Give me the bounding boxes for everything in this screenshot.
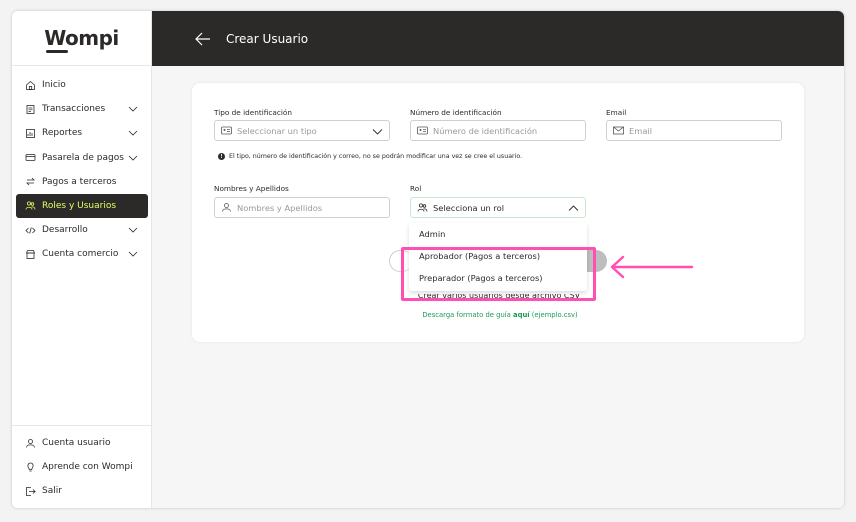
- numero-label: Número de identificación: [410, 108, 502, 117]
- tipo-placeholder: Seleccionar un tipo: [237, 125, 317, 136]
- sidebar-item-label: Desarrollo: [42, 225, 88, 236]
- chevron-down-icon[interactable]: [128, 128, 138, 138]
- user-icon: [221, 202, 232, 213]
- sidebar-item-desarrollo[interactable]: Desarrollo: [16, 218, 148, 242]
- sidebar-item-label: Roles y Usuarios: [42, 200, 117, 211]
- mail-icon: [613, 125, 624, 136]
- sidebar-item-transacciones[interactable]: Transacciones: [16, 97, 148, 121]
- email-label: Email: [606, 108, 627, 117]
- sidebar-item-salir[interactable]: Salir: [16, 479, 152, 503]
- sidebar: Wompi Inicio Transacciones Reportes Pasa…: [12, 11, 152, 508]
- rol-label: Rol: [410, 184, 422, 193]
- sidebar-item-inicio[interactable]: Inicio: [16, 73, 148, 97]
- form-card: Tipo de identificación Seleccionar un ti…: [192, 83, 804, 342]
- rol-select[interactable]: Selecciona un rol: [410, 197, 586, 218]
- chevron-up-icon: [568, 205, 579, 211]
- nombres-placeholder: Nombres y Apellidos: [237, 202, 323, 213]
- id-card-icon: [221, 125, 232, 136]
- chevron-down-icon[interactable]: [128, 225, 138, 235]
- users-icon: [417, 202, 428, 213]
- numero-placeholder: Número de identificación: [433, 125, 538, 136]
- info-icon: !: [218, 153, 225, 160]
- tipo-select[interactable]: Seleccionar un tipo: [214, 120, 390, 141]
- sidebar-item-label: Salir: [42, 486, 62, 496]
- store-icon: [25, 249, 36, 260]
- sidebar-item-label: Transacciones: [42, 104, 106, 115]
- user-icon: [25, 438, 36, 449]
- page-title: Crear Usuario: [226, 31, 309, 46]
- info-note-text: El tipo, número de identificación y corr…: [229, 153, 523, 160]
- sidebar-item-label: Pagos a terceros: [42, 176, 117, 187]
- sidebar-item-label: Cuenta comercio: [42, 249, 119, 260]
- nombres-label: Nombres y Apellidos: [214, 184, 289, 193]
- logo-underline: [46, 50, 69, 53]
- sidebar-item-cuenta-comercio[interactable]: Cuenta comercio: [16, 242, 148, 266]
- sidebar-item-cuenta-usuario[interactable]: Cuenta usuario: [16, 431, 152, 455]
- logout-icon: [25, 486, 36, 497]
- sidebar-bottom-nav: Cuenta usuario Aprende con Wompi Salir: [12, 425, 152, 508]
- id-card-icon: [417, 125, 428, 136]
- csv-download-text: Descarga formato de guía aquí (ejemplo.c…: [410, 311, 590, 319]
- wompi-logo[interactable]: Wompi: [44, 26, 119, 53]
- annotation-arrow-icon: [610, 255, 694, 279]
- sidebar-item-label: Inicio: [42, 80, 66, 90]
- back-arrow-icon[interactable]: [194, 30, 212, 48]
- sidebar-item-reportes[interactable]: Reportes: [16, 121, 148, 145]
- rol-option-admin[interactable]: Admin: [409, 223, 587, 245]
- email-input[interactable]: Email: [606, 120, 782, 141]
- sidebar-item-roles-usuarios[interactable]: Roles y Usuarios: [16, 193, 148, 218]
- rol-value: Selecciona un rol: [433, 202, 505, 213]
- chevron-down-icon[interactable]: [128, 249, 138, 259]
- report-icon: [25, 128, 36, 139]
- sidebar-item-pagos-terceros[interactable]: Pagos a terceros: [16, 170, 148, 194]
- chevron-down-icon: [372, 129, 383, 135]
- chevron-down-icon[interactable]: [128, 153, 138, 163]
- logo-text: Wompi: [44, 26, 119, 50]
- users-icon: [25, 200, 36, 211]
- code-icon: [25, 225, 36, 236]
- numero-input[interactable]: Número de identificación: [410, 120, 586, 141]
- top-bar: Crear Usuario: [152, 11, 844, 66]
- sidebar-item-aprende[interactable]: Aprende con Wompi: [16, 455, 152, 479]
- csv-download-prefix: Descarga formato de guía: [422, 311, 513, 319]
- nombres-input[interactable]: Nombres y Apellidos: [214, 197, 390, 218]
- sidebar-item-pasarela[interactable]: Pasarela de pagos: [16, 146, 148, 170]
- home-icon: [25, 80, 36, 91]
- sidebar-item-label: Cuenta usuario: [42, 438, 111, 448]
- email-placeholder: Email: [629, 125, 653, 136]
- logo-area: Wompi: [12, 11, 151, 66]
- sidebar-item-label: Aprende con Wompi: [42, 462, 133, 472]
- csv-download-link[interactable]: aquí: [513, 311, 530, 319]
- sidebar-item-label: Pasarela de pagos: [42, 152, 124, 163]
- transfer-icon: [25, 176, 36, 187]
- lightbulb-icon: [25, 462, 36, 473]
- receipt-icon: [25, 104, 36, 115]
- chevron-down-icon[interactable]: [128, 104, 138, 114]
- highlight-box: [401, 247, 596, 301]
- info-note: ! El tipo, número de identificación y co…: [218, 153, 522, 160]
- sidebar-nav: Inicio Transacciones Reportes Pasarela d…: [16, 73, 148, 267]
- csv-download-suffix: (ejemplo.csv): [529, 311, 578, 319]
- tipo-label: Tipo de identificación: [214, 108, 292, 117]
- sidebar-item-label: Reportes: [42, 128, 83, 139]
- card-icon: [25, 152, 36, 163]
